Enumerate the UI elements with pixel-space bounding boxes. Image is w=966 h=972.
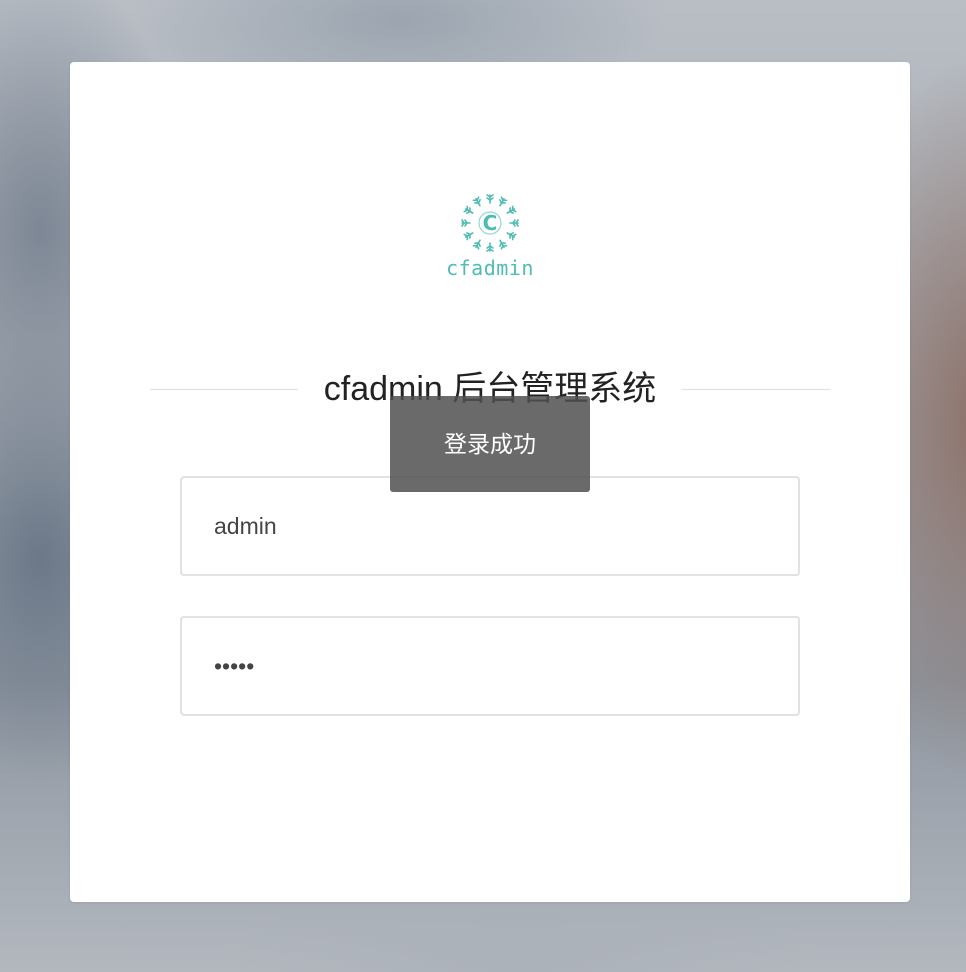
title-divider-right <box>682 389 830 390</box>
login-success-toast: 登录成功 <box>390 396 590 492</box>
password-input[interactable] <box>180 616 800 716</box>
logo-emblem-letter: C <box>483 211 498 235</box>
title-divider-left <box>150 389 298 390</box>
logo-emblem-icon: C <box>461 194 519 252</box>
logo-text: cfadmin <box>446 256 534 280</box>
login-card: C cfadmin cfadmin 后台管理系统 登录成功 <box>70 62 910 902</box>
cfadmin-logo: C cfadmin <box>440 192 540 287</box>
